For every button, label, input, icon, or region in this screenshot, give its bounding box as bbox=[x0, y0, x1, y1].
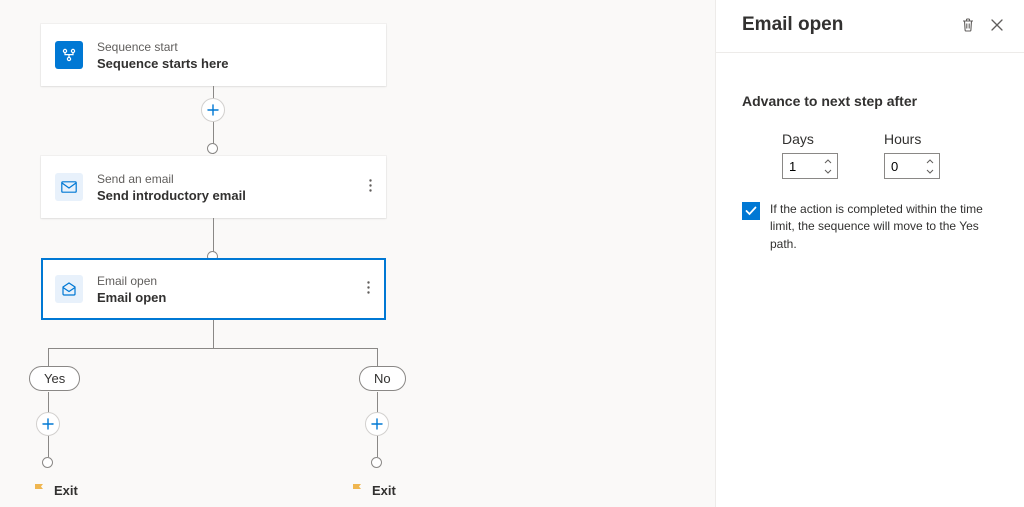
add-step-no-button[interactable] bbox=[365, 412, 389, 436]
connector bbox=[48, 348, 49, 366]
node-email-open[interactable]: Email open Email open bbox=[41, 258, 386, 320]
node-title: Email open bbox=[97, 290, 166, 305]
exit-label: Exit bbox=[54, 483, 78, 498]
properties-panel: Email open Advance to next step after Da… bbox=[715, 0, 1024, 507]
connector bbox=[48, 348, 378, 349]
add-step-yes-button[interactable] bbox=[36, 412, 60, 436]
node-title: Send introductory email bbox=[97, 188, 246, 203]
hours-label: Hours bbox=[884, 131, 940, 147]
exit-label: Exit bbox=[372, 483, 396, 498]
flag-icon bbox=[32, 482, 46, 499]
branch-no[interactable]: No bbox=[359, 366, 406, 391]
node-label: Email open bbox=[97, 274, 166, 288]
days-decrement[interactable] bbox=[819, 166, 837, 176]
connector-node bbox=[42, 457, 53, 468]
hours-decrement[interactable] bbox=[921, 166, 939, 176]
mail-open-icon bbox=[55, 275, 83, 303]
node-more-menu[interactable] bbox=[369, 179, 372, 195]
checkbox-label: If the action is completed within the ti… bbox=[770, 201, 998, 253]
node-label: Sequence start bbox=[97, 40, 229, 54]
branch-icon bbox=[55, 41, 83, 69]
connector-node bbox=[207, 143, 218, 154]
node-title: Sequence starts here bbox=[97, 56, 229, 71]
yes-path-checkbox[interactable] bbox=[742, 202, 760, 220]
node-send-email[interactable]: Send an email Send introductory email bbox=[41, 156, 386, 218]
exit-no[interactable]: Exit bbox=[350, 482, 396, 499]
exit-yes[interactable]: Exit bbox=[32, 482, 78, 499]
node-sequence-start[interactable]: Sequence start Sequence starts here bbox=[41, 24, 386, 86]
mail-icon bbox=[55, 173, 83, 201]
days-label: Days bbox=[782, 131, 838, 147]
panel-title: Email open bbox=[742, 14, 960, 36]
node-label: Send an email bbox=[97, 172, 246, 186]
days-input[interactable] bbox=[783, 154, 819, 178]
node-more-menu[interactable] bbox=[367, 281, 370, 297]
delete-icon[interactable] bbox=[960, 17, 976, 33]
days-stepper[interactable] bbox=[782, 153, 838, 179]
connector bbox=[377, 348, 378, 366]
panel-header: Email open bbox=[716, 0, 1024, 53]
days-increment[interactable] bbox=[819, 156, 837, 166]
hours-stepper[interactable] bbox=[884, 153, 940, 179]
section-label: Advance to next step after bbox=[742, 93, 998, 109]
add-step-button[interactable] bbox=[201, 98, 225, 122]
hours-input[interactable] bbox=[885, 154, 921, 178]
hours-increment[interactable] bbox=[921, 156, 939, 166]
close-icon[interactable] bbox=[990, 18, 1004, 32]
branch-yes[interactable]: Yes bbox=[29, 366, 80, 391]
connector bbox=[213, 320, 214, 348]
flag-icon bbox=[350, 482, 364, 499]
connector-node bbox=[371, 457, 382, 468]
sequence-canvas[interactable]: Sequence start Sequence starts here Send… bbox=[0, 0, 715, 507]
